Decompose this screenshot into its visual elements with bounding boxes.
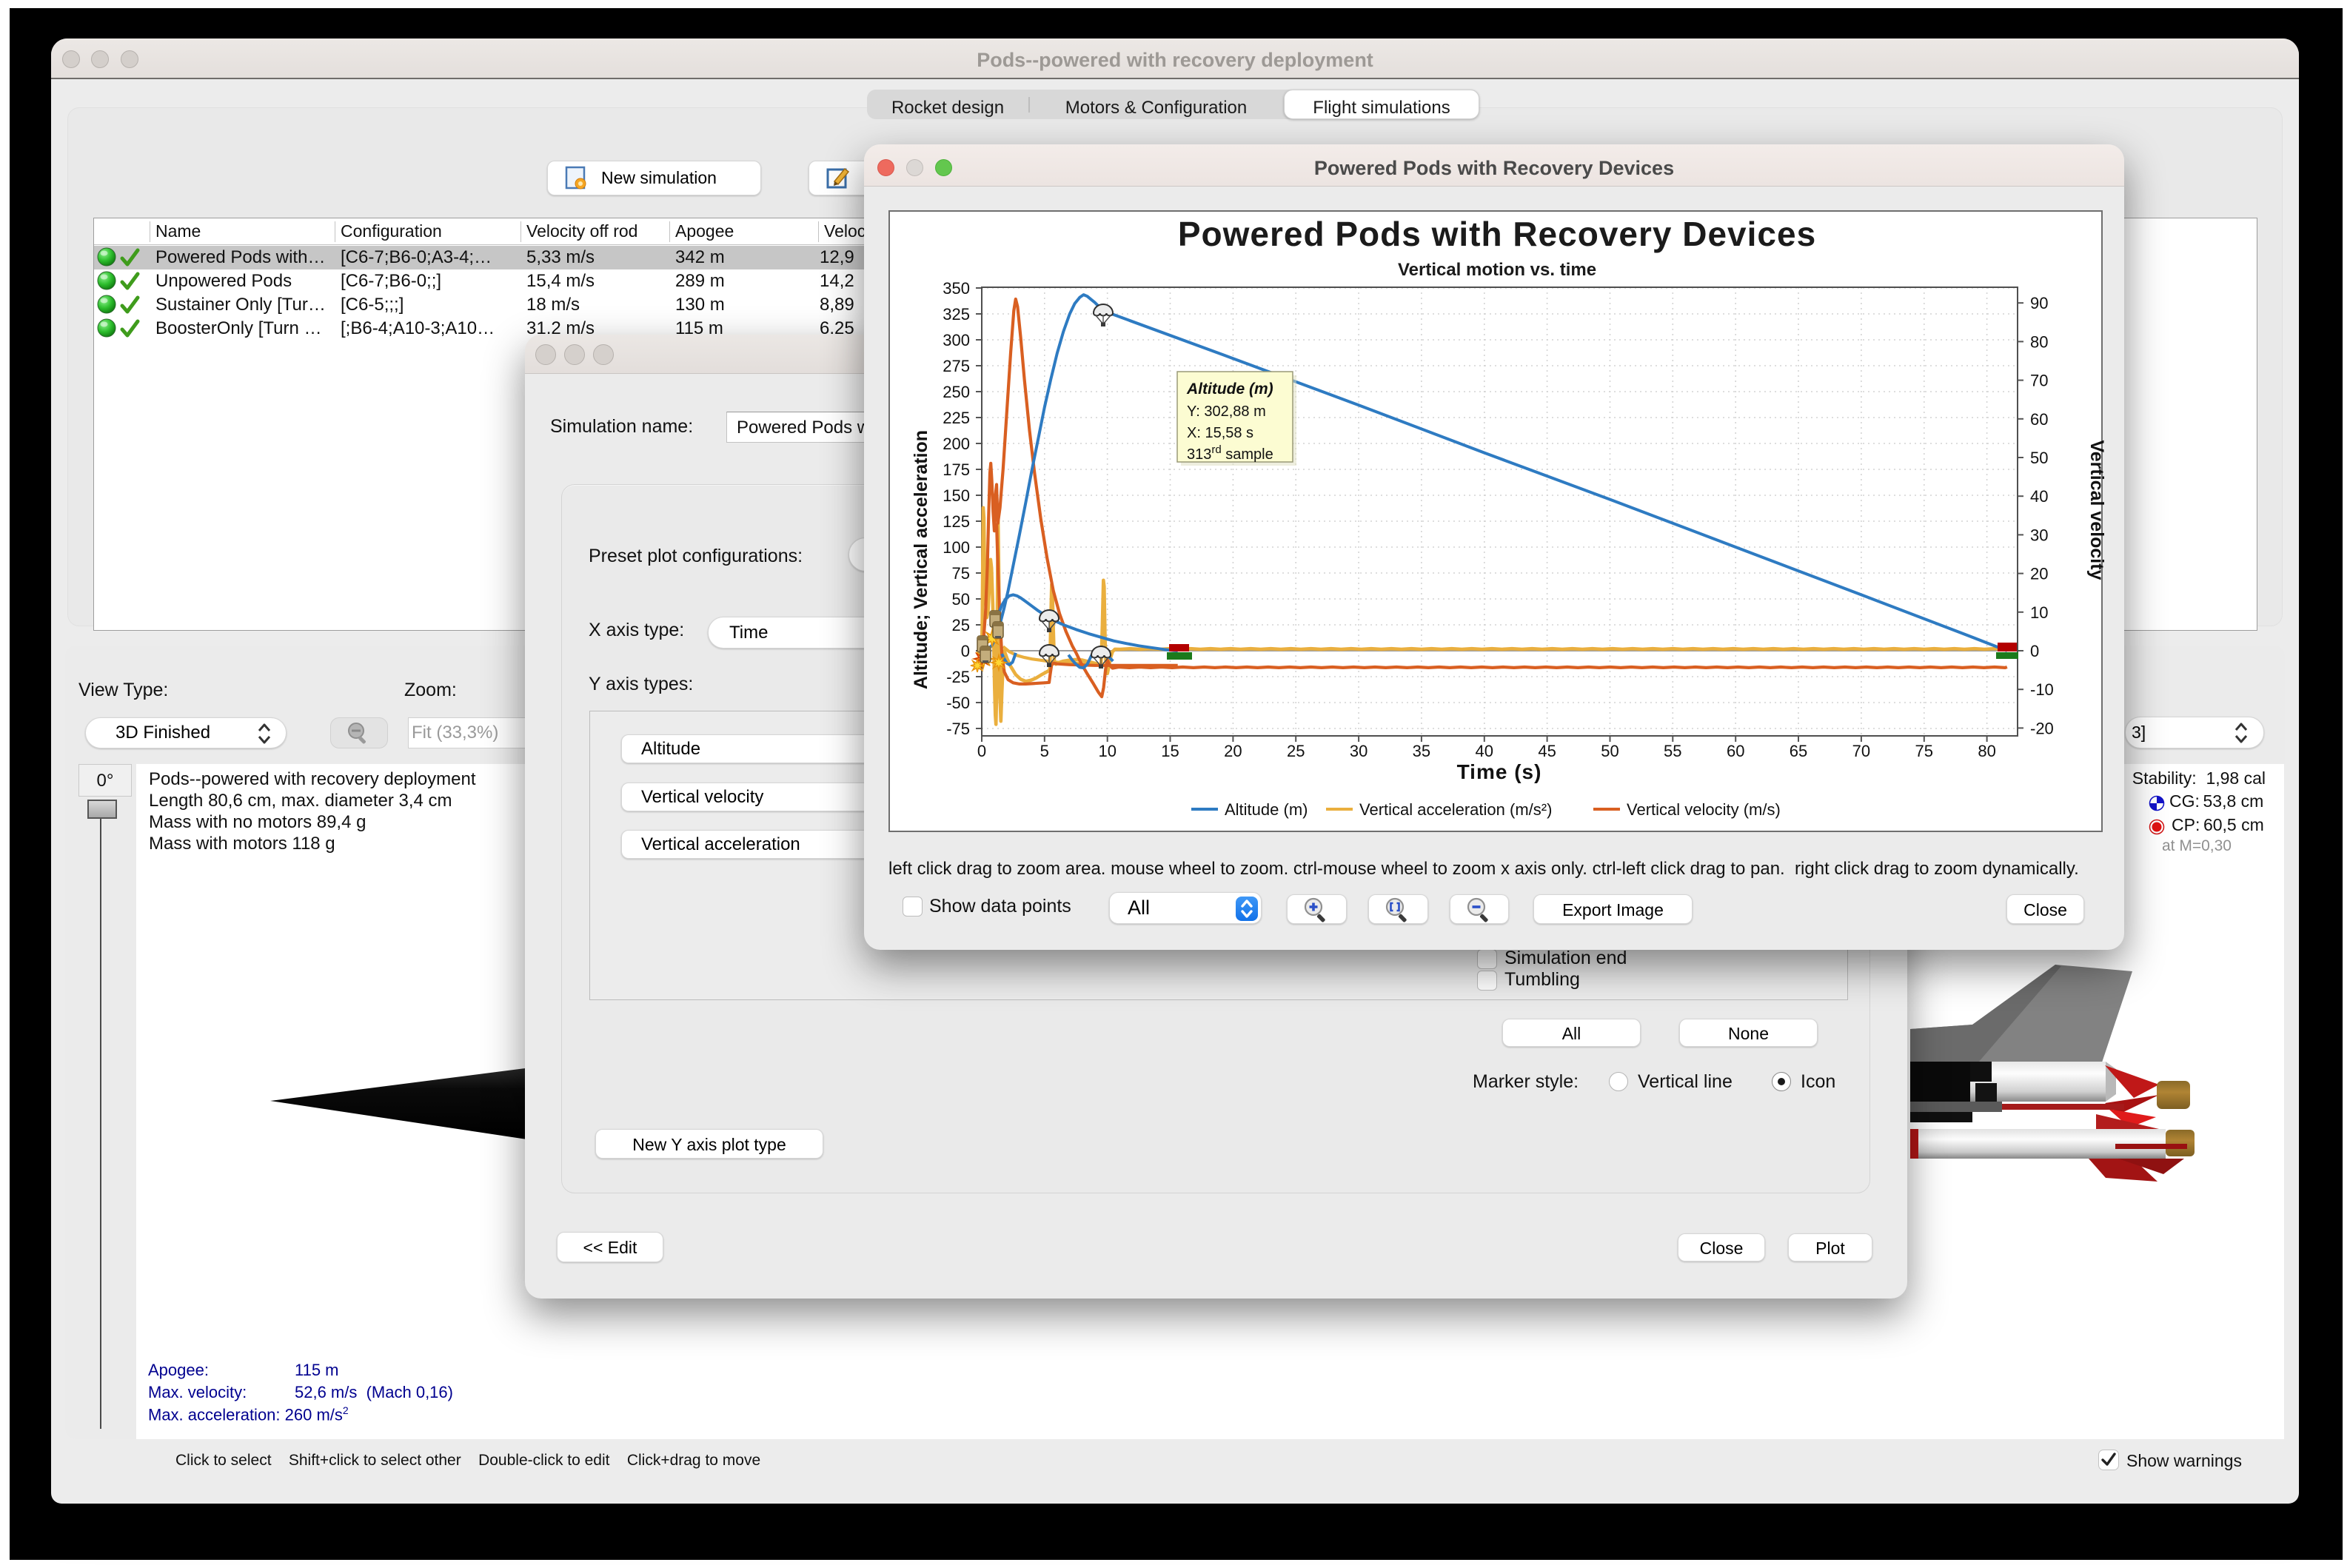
svg-text:125: 125 [943,512,970,531]
svg-text:70: 70 [2030,372,2048,390]
svg-text:20: 20 [1224,742,1242,760]
svg-text:15: 15 [1161,742,1179,760]
svg-text:70: 70 [1852,742,1870,760]
svg-text:250: 250 [943,383,970,401]
svg-text:300: 300 [943,331,970,349]
svg-text:75: 75 [952,564,970,583]
svg-text:25: 25 [952,616,970,634]
svg-text:175: 175 [943,460,970,479]
svg-text:Altitude (m): Altitude (m) [1225,800,1308,819]
svg-text:Vertical motion vs. time: Vertical motion vs. time [1398,260,1596,280]
svg-text:Altitude; Vertical acceleratio: Altitude; Vertical acceleration [911,430,931,689]
svg-text:50: 50 [952,590,970,609]
svg-text:X: 15,58 s: X: 15,58 s [1187,425,1253,441]
svg-text:150: 150 [943,486,970,505]
svg-text:275: 275 [943,357,970,375]
svg-text:80: 80 [1978,742,1995,760]
svg-text:35: 35 [1413,742,1430,760]
svg-text:40: 40 [2030,487,2048,506]
svg-text:50: 50 [2030,449,2048,467]
svg-text:Vertical acceleration (m/s²): Vertical acceleration (m/s²) [1359,800,1552,819]
svg-text:90: 90 [2030,294,2048,312]
svg-text:Vertical velocity: Vertical velocity [2086,440,2104,580]
svg-text:-25: -25 [946,668,970,686]
svg-text:0: 0 [977,742,986,760]
svg-text:225: 225 [943,409,970,427]
svg-text:30: 30 [1350,742,1368,760]
svg-text:10: 10 [1098,742,1116,760]
svg-text:80: 80 [2030,332,2048,351]
svg-text:30: 30 [2030,526,2048,544]
svg-text:-75: -75 [946,720,970,738]
svg-text:75: 75 [1915,742,1933,760]
svg-text:45: 45 [1538,742,1556,760]
svg-text:60: 60 [1727,742,1744,760]
svg-text:10: 10 [2030,603,2048,622]
svg-text:325: 325 [943,305,970,324]
svg-text:200: 200 [943,435,970,453]
svg-text:0: 0 [2030,642,2039,660]
svg-text:Powered Pods with Recovery Dev: Powered Pods with Recovery Devices [1178,215,1816,253]
svg-text:65: 65 [1790,742,1807,760]
svg-text:40: 40 [1476,742,1493,760]
svg-text:55: 55 [1664,742,1681,760]
svg-text:-50: -50 [946,694,970,712]
svg-text:Time (s): Time (s) [1457,760,1542,783]
svg-text:20: 20 [2030,565,2048,583]
svg-text:313rd sample: 313rd sample [1187,443,1273,463]
svg-text:5: 5 [1040,742,1049,760]
svg-text:Y: 302,88 m: Y: 302,88 m [1187,403,1266,420]
svg-text:25: 25 [1287,742,1305,760]
svg-text:100: 100 [943,538,970,557]
svg-text:Vertical velocity (m/s): Vertical velocity (m/s) [1627,800,1781,819]
svg-text:60: 60 [2030,410,2048,429]
svg-text:0: 0 [961,642,970,660]
svg-text:50: 50 [1601,742,1618,760]
svg-text:350: 350 [943,279,970,298]
svg-text:-20: -20 [2030,719,2054,737]
svg-text:Altitude (m): Altitude (m) [1186,381,1273,398]
svg-text:-10: -10 [2030,680,2054,699]
